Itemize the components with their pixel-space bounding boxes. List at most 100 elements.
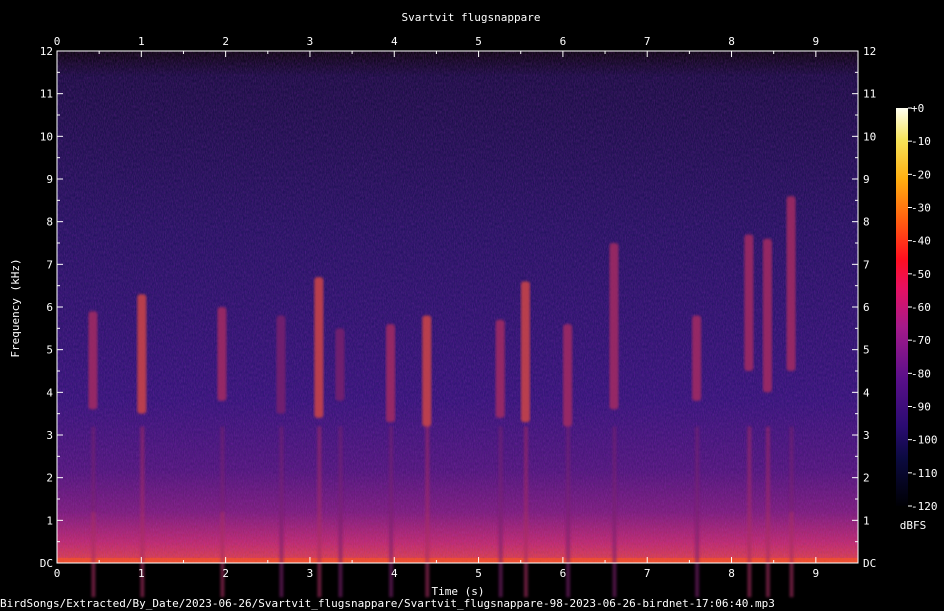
y-tick-label-right: 9 — [863, 173, 870, 186]
call-harmonic — [389, 426, 394, 512]
x-tick-label-bottom: 8 — [728, 567, 735, 580]
call-body — [276, 315, 286, 414]
colorbar-tick-label: -110 — [911, 467, 938, 480]
call-body — [786, 196, 796, 371]
spectrogram-window: 0 0 1 1 2 2 3 3 4 4 5 5 6 6 7 7 8 8 9 9 DC DC 1 1 2 2 3 3 4 4 5 5 6 6 7 7 8 8… — [0, 0, 944, 611]
call-harmonic — [338, 426, 343, 512]
x-tick-label-top: 9 — [813, 35, 820, 48]
call-harmonic — [498, 426, 503, 512]
y-axis-label: Frequency (kHz) — [9, 258, 22, 357]
call-body — [762, 238, 772, 393]
call-harmonic — [566, 426, 571, 512]
x-tick-label-top: 4 — [391, 35, 398, 48]
call-low-trace — [220, 511, 225, 598]
call-harmonic — [91, 426, 96, 512]
call-low-trace — [498, 511, 503, 598]
call-low-trace — [338, 511, 343, 598]
call-body — [563, 324, 573, 427]
y-tick-label-right: 3 — [863, 429, 870, 442]
call-low-trace — [523, 511, 528, 598]
x-tick-label-bottom: 7 — [644, 567, 651, 580]
file-path: BirdSongs/Extracted/By_Date/2023-06-26/S… — [0, 597, 775, 610]
x-tick-label-bottom: 6 — [560, 567, 567, 580]
y-tick-label-left: 8 — [46, 216, 53, 229]
x-tick-label-top: 6 — [560, 35, 567, 48]
x-tick-label-top: 2 — [222, 35, 229, 48]
colorbar-tick-label: -60 — [911, 301, 931, 314]
call-harmonic — [317, 426, 322, 512]
call-low-trace — [789, 511, 794, 598]
y-tick-label-right: 1 — [863, 514, 870, 527]
y-tick-label-left: 11 — [40, 88, 53, 101]
call-body — [335, 328, 345, 401]
call-body — [314, 277, 324, 418]
colorbar-label: dBFS — [900, 519, 927, 532]
call-body — [609, 243, 619, 410]
y-tick-label-left: 7 — [46, 258, 53, 271]
call-harmonic — [789, 426, 794, 512]
y-tick-label-right: 12 — [863, 45, 876, 58]
colorbar-tick-label: -80 — [911, 367, 931, 380]
call-low-trace — [389, 511, 394, 598]
colorbar-tick-label: -70 — [911, 334, 931, 347]
y-tick-label-left: 2 — [46, 472, 53, 485]
colorbar-tick-label: +0 — [911, 102, 924, 115]
x-tick-label-bottom: 1 — [138, 567, 145, 580]
colorbar-gradient — [896, 108, 908, 506]
y-tick-label-right: 6 — [863, 301, 870, 314]
colorbar-tick-label: -50 — [911, 268, 931, 281]
call-low-trace — [140, 511, 145, 598]
y-tick-label-left: 12 — [40, 45, 53, 58]
x-tick-label-top: 7 — [644, 35, 651, 48]
x-tick-label-top: 1 — [138, 35, 145, 48]
call-harmonic — [612, 426, 617, 512]
x-tick-label-top: 8 — [728, 35, 735, 48]
colorbar-tick-label: -30 — [911, 202, 931, 215]
y-tick-label-right: 7 — [863, 258, 870, 271]
colorbar: +0 -10 -20 -30 -40 -50 -60 -70 -80 -90 -100 -110 -12… — [896, 102, 938, 513]
y-tick-label-right: 8 — [863, 216, 870, 229]
x-tick-label-top: 5 — [475, 35, 482, 48]
call-low-trace — [91, 511, 96, 598]
x-tick-label-bottom: 5 — [475, 567, 482, 580]
call-body — [88, 311, 98, 410]
x-tick-label-bottom: 9 — [813, 567, 820, 580]
call-low-trace — [566, 511, 571, 598]
colorbar-tick-label: -100 — [911, 434, 938, 447]
call-body — [744, 234, 754, 371]
plot-area — [57, 51, 858, 598]
call-low-trace — [425, 511, 430, 598]
call-low-trace — [279, 511, 284, 598]
call-harmonic — [279, 426, 284, 512]
y-tick-label-right: 10 — [863, 130, 876, 143]
call-harmonic — [220, 426, 225, 512]
call-low-trace — [612, 511, 617, 598]
call-harmonic — [523, 426, 528, 512]
call-low-trace — [695, 511, 700, 598]
x-tick-label-top: 0 — [54, 35, 61, 48]
chart-title: Svartvit flugsnappare — [401, 11, 540, 24]
call-body — [217, 307, 227, 401]
y-tick-label-right: 2 — [863, 472, 870, 485]
colorbar-tick-label: -20 — [911, 168, 931, 181]
y-tick-label-left: 1 — [46, 514, 53, 527]
call-harmonic — [747, 426, 752, 512]
x-tick-label-top: 3 — [307, 35, 314, 48]
x-tick-label-bottom: 3 — [307, 567, 314, 580]
y-tick-label-left: 6 — [46, 301, 53, 314]
call-body — [422, 315, 432, 427]
dc-band — [57, 557, 858, 563]
y-tick-label-right: 4 — [863, 386, 870, 399]
spectrogram-chart: 00112233445566778899DC DC1 12 23 34 45 56 67 78 8… — [9, 11, 938, 598]
y-tick-label-left: 9 — [46, 173, 53, 186]
spectrogram-noise — [57, 51, 858, 563]
call-body — [137, 294, 147, 414]
x-tick-label-bottom: 4 — [391, 567, 398, 580]
y-tick-label-left: DC — [40, 557, 53, 570]
colorbar-tick-label: -10 — [911, 135, 931, 148]
colorbar-tick-label: -40 — [911, 235, 931, 248]
y-tick-label-left: 10 — [40, 130, 53, 143]
call-harmonic — [140, 426, 145, 512]
colorbar-tick-label: -90 — [911, 401, 931, 414]
y-tick-label-left: 4 — [46, 386, 53, 399]
